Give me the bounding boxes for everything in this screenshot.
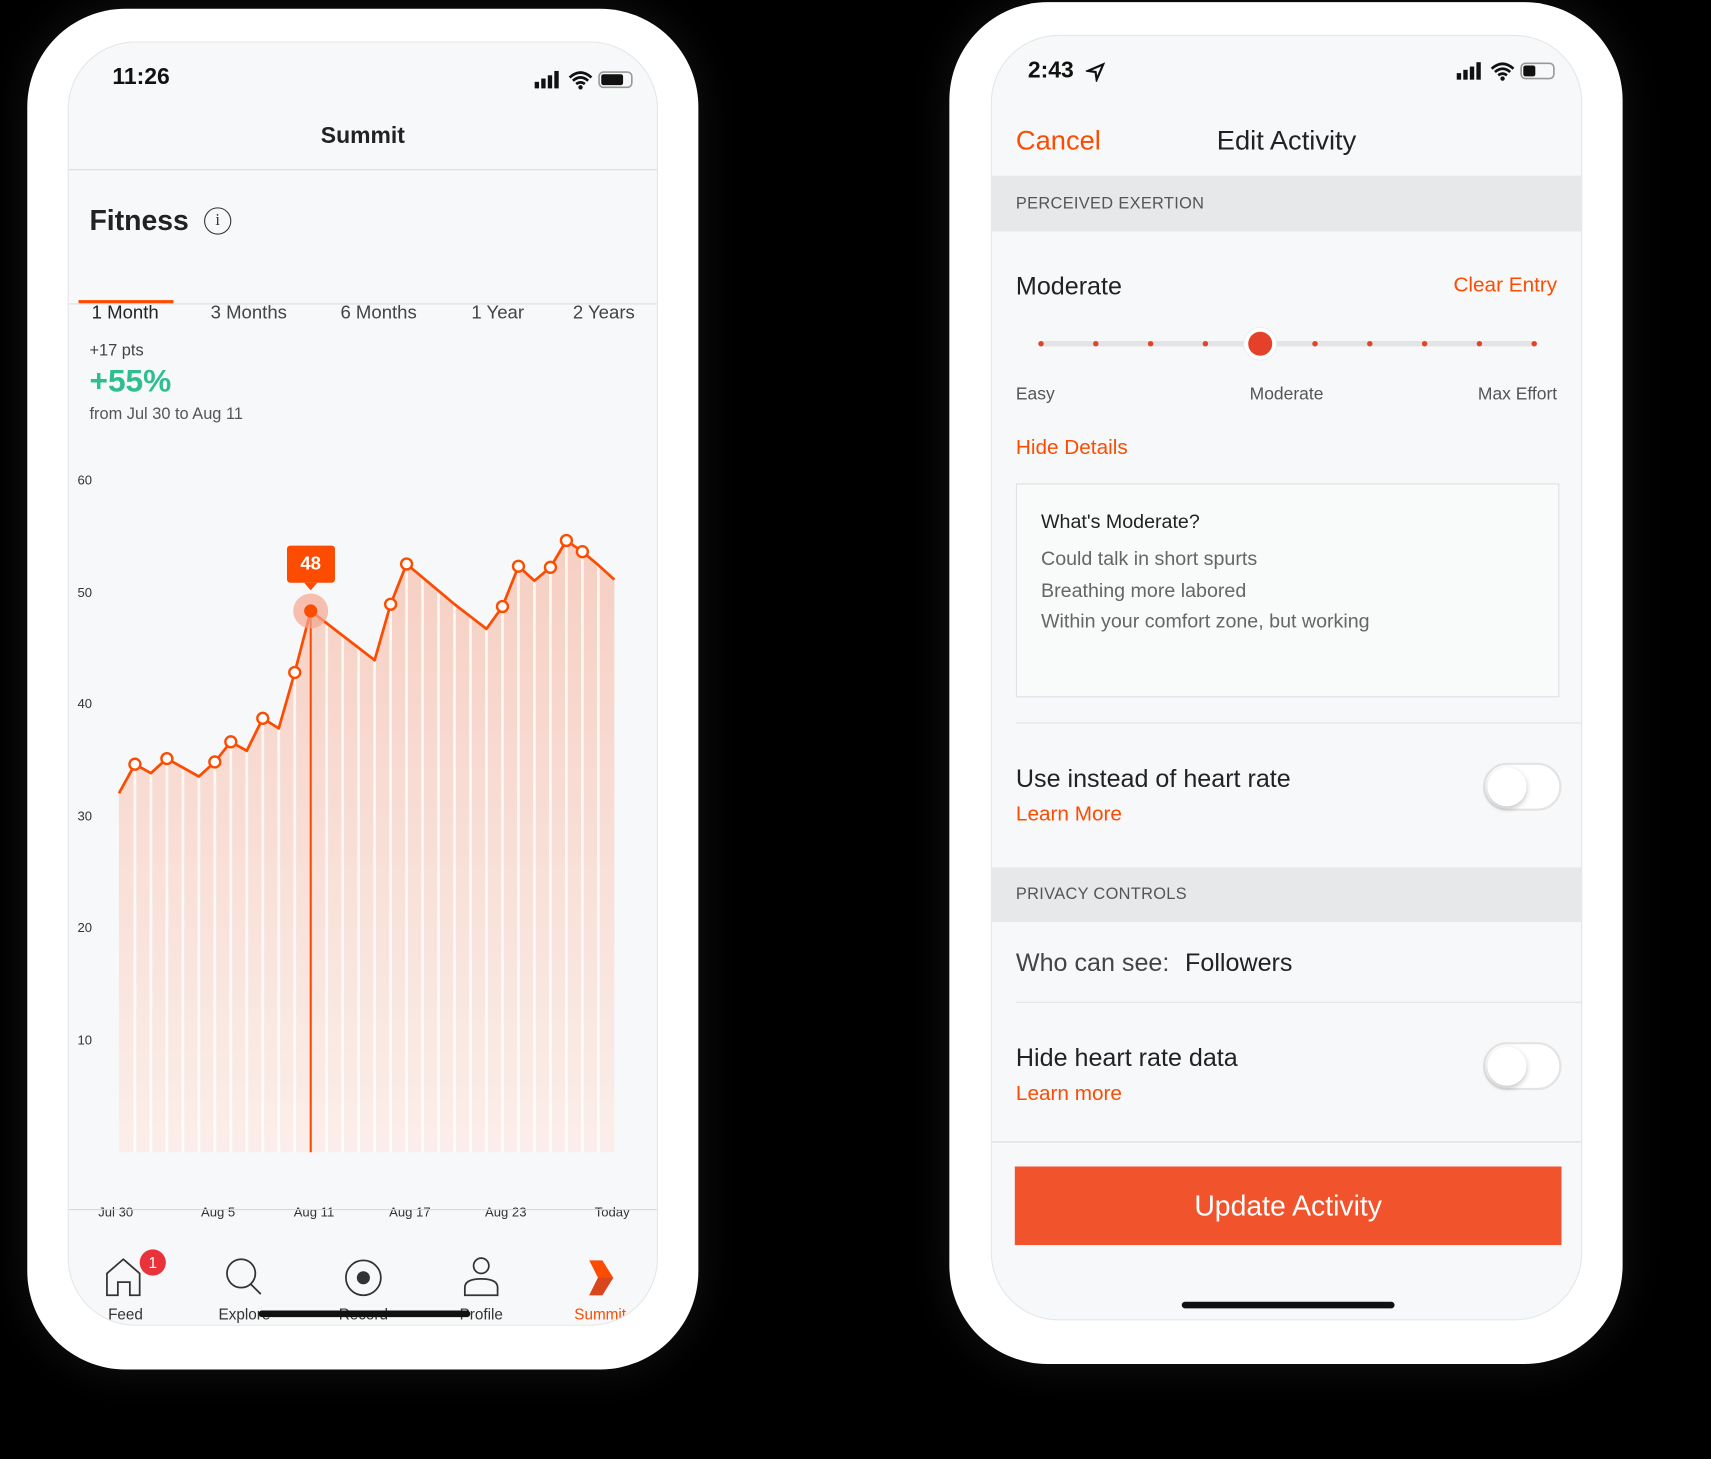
location-arrow-icon: [1085, 62, 1106, 82]
highlight-point: [304, 604, 318, 618]
home-indicator: [258, 1310, 471, 1318]
details-line: Breathing more labored: [1041, 579, 1247, 602]
details-line: Could talk in short spurts: [1041, 547, 1258, 570]
chart-area: [118, 540, 615, 1153]
use-instead-toggle[interactable]: [1482, 762, 1562, 811]
nav-feed[interactable]: 1 Feed: [76, 1249, 174, 1323]
tooltip-pointer: [304, 582, 318, 591]
summit-screen: 11:26 Summit Fitness i 1 Month 3 Months …: [67, 41, 658, 1326]
slider-thumb[interactable]: [1248, 331, 1273, 356]
learn-more-link[interactable]: Learn more: [1016, 1082, 1122, 1106]
profile-icon: [463, 1257, 499, 1297]
search-icon: [226, 1258, 262, 1295]
slider-step-dot: [1476, 341, 1483, 347]
slider-step-dot: [1312, 341, 1318, 347]
hide-hr-label: Hide heart rate data: [1015, 1043, 1238, 1072]
data-point: [208, 755, 222, 769]
status-time: 2:43: [1027, 57, 1074, 83]
data-point: [128, 757, 142, 771]
nav-summit[interactable]: Summit: [551, 1256, 649, 1323]
details-line: Within your comfort zone, but working: [1041, 609, 1370, 632]
slider-step-dot: [1038, 341, 1044, 347]
record-icon: [345, 1259, 382, 1297]
update-activity-button[interactable]: Update Activity: [1014, 1166, 1562, 1246]
exertion-value: Moderate: [1015, 271, 1122, 301]
slider-step-dot: [1531, 341, 1537, 347]
edit-activity-screen: 2:43 Cancel Edit Activity PERCEIVED EXER…: [990, 34, 1583, 1321]
y-tick-label: 60: [77, 472, 93, 488]
fitness-chart[interactable]: [69, 43, 658, 1200]
x-tick-label: Jul 30: [98, 1204, 134, 1220]
slider-step-dot: [1421, 341, 1428, 347]
data-point: [559, 533, 574, 548]
y-tick-label: 40: [77, 696, 93, 712]
data-point: [399, 557, 414, 571]
y-tick-label: 10: [77, 1031, 93, 1048]
section-header-privacy: PRIVACY CONTROLS: [991, 867, 1582, 923]
who-can-see-label: Who can see:: [1015, 948, 1170, 977]
y-tick-label: 50: [77, 584, 93, 600]
details-title: What's Moderate?: [1041, 510, 1200, 533]
slider-label-max: Max Effort: [1477, 385, 1558, 404]
data-point: [160, 751, 174, 766]
home-indicator: [1181, 1301, 1395, 1309]
slider-step-dot: [1147, 341, 1154, 347]
data-point: [495, 599, 510, 614]
x-tick-label: Aug 11: [293, 1204, 335, 1220]
section-header-exertion: PERCEIVED EXERTION: [991, 175, 1582, 232]
x-tick-label: Aug 5: [200, 1204, 236, 1220]
data-point: [383, 597, 398, 611]
nav-label: Feed: [108, 1305, 143, 1323]
y-tick-label: 30: [77, 808, 93, 824]
use-instead-label: Use instead of heart rate: [1015, 763, 1291, 793]
status-icons: [1456, 62, 1555, 81]
who-can-see-value[interactable]: Followers: [1185, 948, 1292, 977]
slider-step-dot: [1367, 341, 1373, 347]
page-title: Edit Activity: [1216, 125, 1357, 157]
data-point: [543, 560, 558, 574]
slider-step-dot: [1093, 341, 1099, 347]
x-tick-label: Aug 17: [389, 1204, 431, 1220]
data-point: [575, 545, 590, 559]
data-point: [511, 559, 526, 573]
x-tick-label: Today: [594, 1204, 630, 1220]
slider-step-dot: [1202, 341, 1209, 347]
y-tick-label: 20: [77, 919, 93, 936]
data-point: [224, 735, 238, 749]
exertion-slider[interactable]: [992, 322, 1582, 366]
data-point: [288, 665, 302, 680]
data-point: [256, 711, 270, 725]
hide-hr-toggle[interactable]: [1482, 1042, 1562, 1091]
notification-badge: 1: [139, 1249, 166, 1276]
summit-icon: [589, 1260, 614, 1296]
hide-details-button[interactable]: Hide Details: [1016, 436, 1128, 460]
nav-label: Summit: [574, 1305, 627, 1323]
learn-more-link[interactable]: Learn More: [1016, 803, 1122, 827]
x-tick-label: Aug 23: [484, 1204, 527, 1220]
value-tooltip: 48: [286, 545, 335, 583]
clear-entry-button[interactable]: Clear Entry: [1453, 274, 1557, 298]
details-box: What's Moderate? Could talk in short spu…: [1015, 483, 1560, 698]
